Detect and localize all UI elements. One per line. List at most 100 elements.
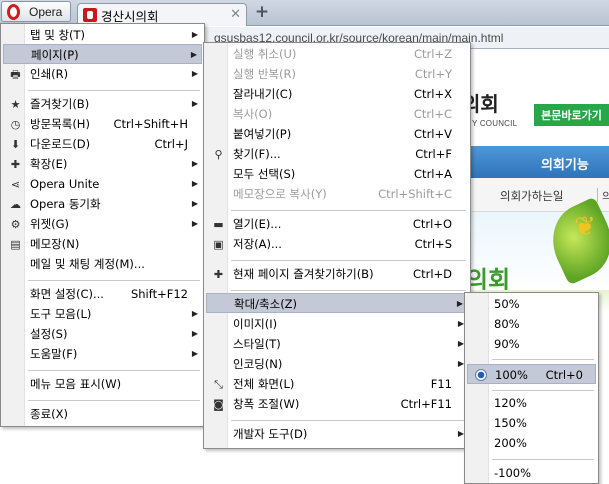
new-tab-icon[interactable]: + bbox=[253, 4, 271, 22]
menu-item-shortcut: Ctrl+0 bbox=[545, 368, 583, 382]
tab-close-icon[interactable]: ✕ bbox=[230, 7, 241, 22]
menu-separator bbox=[28, 90, 200, 91]
menu-item-style[interactable]: 스타일(T) ▶ bbox=[206, 334, 468, 354]
menu-item-label: Opera 동기화 bbox=[30, 197, 101, 211]
submenu-arrow-icon: ▶ bbox=[191, 349, 198, 358]
menu-item-label: 전체 화면(L) bbox=[233, 377, 295, 391]
menu-item-label: 즐겨찾기(B) bbox=[30, 97, 90, 111]
puzzle-extension-icon: ✚ bbox=[10, 158, 21, 171]
menu-separator bbox=[492, 390, 594, 391]
menu-item-label: 90% bbox=[494, 337, 520, 351]
menu-item-label: 이미지(I) bbox=[233, 317, 278, 331]
menu-item-label: 화면 설정(C)... bbox=[30, 287, 104, 301]
add-bookmark-plus-icon: ✚ bbox=[213, 268, 224, 281]
menu-item-label: 메모장(N) bbox=[30, 237, 80, 251]
menu-item-opera-sync[interactable]: ☁ Opera 동기화 ▶ bbox=[3, 194, 202, 214]
menu-item-undo[interactable]: 실행 취소(U) Ctrl+Z bbox=[206, 44, 468, 64]
menu-item-print[interactable]: 🖶 인쇄(R) ▶ bbox=[3, 64, 202, 84]
save-disk-icon: ▣ bbox=[213, 238, 224, 251]
opera-menu-button[interactable]: Opera bbox=[1, 1, 71, 22]
menu-item-opera-unite[interactable]: ⋖ Opera Unite ▶ bbox=[3, 174, 202, 194]
menu-item-copy-to-notes[interactable]: 메모장으로 복사(Y) Ctrl+Shift+C bbox=[206, 184, 468, 204]
menu-item-label: 복사(O) bbox=[233, 107, 273, 121]
folder-open-icon: ▬ bbox=[213, 218, 224, 231]
menu-item-images[interactable]: 이미지(I) ▶ bbox=[206, 314, 468, 334]
menu-item-label: 개발자 도구(D) bbox=[233, 427, 308, 441]
menu-item-notes[interactable]: ▤ 메모장(N) bbox=[3, 234, 202, 254]
menu-item-label: 100% bbox=[495, 368, 528, 382]
menu-item-shortcut: Ctrl+C bbox=[413, 107, 452, 121]
menu-item-shortcut: Ctrl+J bbox=[154, 137, 189, 151]
menu-item-fullscreen[interactable]: ⤡ 전체 화면(L) F11 bbox=[206, 374, 468, 394]
menu-item-open[interactable]: ▬ 열기(E)... Ctrl+O bbox=[206, 214, 468, 234]
menu-item-cut[interactable]: 잘라내기(C) Ctrl+X bbox=[206, 84, 468, 104]
zoom-option-80[interactable]: 80% bbox=[467, 314, 596, 334]
submenu-arrow-icon: ▶ bbox=[191, 159, 198, 168]
menu-item-show-menu-bar[interactable]: 메뉴 모음 표시(W) bbox=[3, 374, 202, 394]
menu-item-downloads[interactable]: ⬇ 다운로드(D) Ctrl+J bbox=[3, 134, 202, 154]
menu-item-paste[interactable]: 붙여넣기(P) Ctrl+V bbox=[206, 124, 468, 144]
menu-item-page[interactable]: 페이지(P) ▶ bbox=[3, 44, 202, 64]
menu-item-label: 창폭 조절(W) bbox=[233, 397, 300, 411]
menu-item-settings[interactable]: 설정(S) ▶ bbox=[3, 324, 202, 344]
tab-title: 경산시의회 bbox=[101, 9, 159, 24]
zoom-option-150[interactable]: 150% bbox=[467, 413, 596, 433]
skip-to-content-button[interactable]: 본문바로가기 bbox=[534, 104, 609, 126]
menu-item-redo[interactable]: 실행 반복(R) Ctrl+Y bbox=[206, 64, 468, 84]
menu-item-bookmarks[interactable]: ★ 즐겨찾기(B) ▶ bbox=[3, 94, 202, 114]
menu-item-shortcut: Ctrl+X bbox=[414, 87, 452, 101]
fullscreen-arrows-icon: ⤡ bbox=[214, 378, 223, 391]
menu-item-label: 모두 선택(S) bbox=[233, 167, 296, 181]
star-icon: ★ bbox=[10, 98, 21, 111]
menu-item-bookmark-page[interactable]: ✚ 현재 페이지 즐겨찾기하기(B) Ctrl+D bbox=[206, 264, 468, 284]
opera-menu-label: Opera bbox=[29, 4, 63, 19]
menu-item-shortcut: Ctrl+O bbox=[412, 217, 452, 231]
menu-item-tabs-windows[interactable]: 탭 및 창(T) ▶ bbox=[3, 25, 202, 45]
menu-item-label: 150% bbox=[494, 416, 527, 430]
site-favicon-icon bbox=[83, 8, 97, 22]
zoom-option-200[interactable]: 200% bbox=[467, 433, 596, 453]
zoom-option-100[interactable]: 100% Ctrl+0 bbox=[467, 364, 596, 384]
page-submenu: 실행 취소(U) Ctrl+Z 실행 반복(R) Ctrl+Y 잘라내기(C) … bbox=[203, 42, 471, 449]
menu-item-zoom[interactable]: 확대/축소(Z) ▶ bbox=[206, 293, 468, 313]
submenu-arrow-icon: ▶ bbox=[190, 50, 197, 59]
sub-nav-item-partial[interactable]: 의 bbox=[602, 188, 609, 204]
menu-item-shortcut: Ctrl+D bbox=[413, 267, 452, 281]
menu-item-label: 방문목록(H) bbox=[30, 117, 90, 131]
zoom-option-50[interactable]: 50% bbox=[467, 294, 596, 314]
menu-item-fit-to-width[interactable]: ◙ 창폭 조절(W) Ctrl+F11 bbox=[206, 394, 468, 414]
magnifier-search-icon: ⚲ bbox=[214, 148, 223, 161]
nav-item-council-function[interactable]: 의회기능 bbox=[541, 154, 589, 173]
menu-item-label: 저장(A)... bbox=[233, 237, 282, 251]
menu-item-help[interactable]: 도움말(F) ▶ bbox=[3, 344, 202, 364]
menu-item-find[interactable]: ⚲ 찾기(F)... Ctrl+F bbox=[206, 144, 468, 164]
zoom-option-120[interactable]: 120% bbox=[467, 393, 596, 413]
menu-item-history[interactable]: ◷ 방문목록(H) Ctrl+Shift+H bbox=[3, 114, 202, 134]
menu-item-mail-chat-accounts[interactable]: 메일 및 채팅 계정(M)... bbox=[3, 254, 202, 274]
menu-item-appearance[interactable]: 화면 설정(C)... Shift+F12 bbox=[3, 284, 202, 304]
zoom-option-minus-100[interactable]: -100% bbox=[467, 463, 596, 483]
menu-item-encoding[interactable]: 인코딩(N) ▶ bbox=[206, 354, 468, 374]
menu-item-shortcut: Ctrl+Shift+C bbox=[378, 187, 452, 201]
menu-item-shortcut: Ctrl+Z bbox=[414, 47, 452, 61]
sub-nav-divider bbox=[597, 188, 598, 202]
menu-separator bbox=[231, 260, 466, 261]
menu-item-label: 페이지(P) bbox=[31, 48, 79, 62]
menu-item-developer-tools[interactable]: 개발자 도구(D) ▶ bbox=[206, 424, 468, 444]
menu-item-select-all[interactable]: 모두 선택(S) Ctrl+A bbox=[206, 164, 468, 184]
menu-item-label: 확대/축소(Z) bbox=[234, 297, 298, 311]
zoom-option-90[interactable]: 90% bbox=[467, 334, 596, 354]
menu-separator bbox=[28, 400, 200, 401]
menu-item-label: 200% bbox=[494, 436, 527, 450]
menu-item-widgets[interactable]: ⚙ 위젯(G) ▶ bbox=[3, 214, 202, 234]
menu-item-exit[interactable]: 종료(X) bbox=[3, 404, 202, 424]
menu-item-label: 80% bbox=[494, 317, 520, 331]
history-clock-icon: ◷ bbox=[10, 118, 21, 131]
menu-item-copy[interactable]: 복사(O) Ctrl+C bbox=[206, 104, 468, 124]
sub-nav-item-council-work[interactable]: 의회가하는일 bbox=[500, 188, 563, 204]
menu-item-toolbars[interactable]: 도구 모음(L) ▶ bbox=[3, 304, 202, 324]
menu-item-label: 종료(X) bbox=[30, 407, 69, 421]
print-icon: 🖶 bbox=[10, 68, 21, 81]
menu-item-save[interactable]: ▣ 저장(A)... Ctrl+S bbox=[206, 234, 468, 254]
menu-item-extensions[interactable]: ✚ 확장(E) ▶ bbox=[3, 154, 202, 174]
